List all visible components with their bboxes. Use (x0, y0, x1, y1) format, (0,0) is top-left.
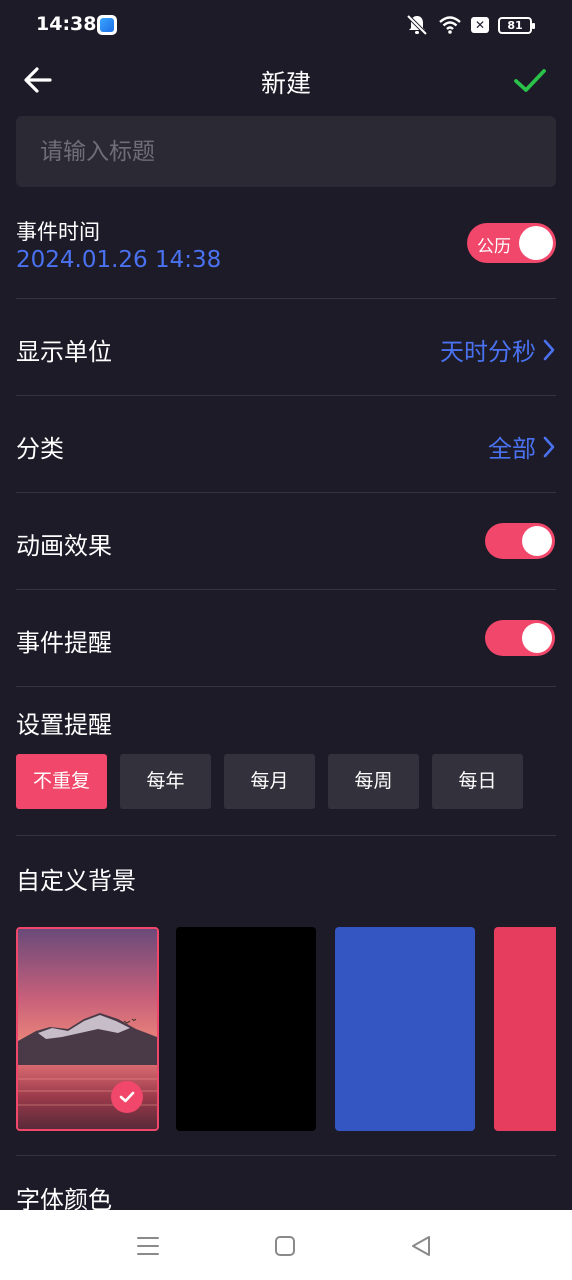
background-option-photo[interactable] (16, 927, 159, 1131)
category-value: 全部 (488, 429, 556, 464)
back-triangle-icon[interactable] (403, 1228, 439, 1264)
display-unit-row[interactable]: 显示单位 天时分秒 (16, 299, 556, 396)
reminder-label: 事件提醒 (16, 629, 112, 657)
animation-row: 动画效果 (16, 493, 556, 590)
home-icon[interactable] (267, 1228, 303, 1264)
calendar-toggle-label: 公历 (477, 237, 511, 257)
category-text: 全部 (488, 435, 536, 463)
chevron-right-icon (543, 339, 555, 360)
repeat-option-daily[interactable]: 每日 (432, 754, 523, 809)
reminder-toggle[interactable] (485, 620, 555, 656)
category-label: 分类 (16, 435, 64, 463)
status-time: 14:38 (36, 13, 97, 35)
wifi-icon (439, 16, 461, 34)
background-option-blue[interactable] (335, 927, 475, 1131)
top-app-bar: 新建 (0, 52, 572, 106)
repeat-section-title: 设置提醒 (16, 711, 112, 739)
repeat-option-weekly[interactable]: 每周 (328, 754, 419, 809)
repeat-option-monthly[interactable]: 每月 (224, 754, 315, 809)
divider (16, 835, 556, 836)
background-option-black[interactable] (176, 927, 316, 1131)
menu-icon[interactable] (130, 1228, 166, 1264)
event-time-label: 事件时间 (16, 220, 100, 244)
status-bar: 14:38 ✕ 81 (0, 0, 572, 52)
selected-check-icon (111, 1081, 143, 1113)
animation-toggle[interactable] (485, 523, 555, 559)
background-option-red[interactable] (494, 927, 556, 1131)
battery-icon: 81 (498, 16, 535, 34)
chevron-right-icon (543, 436, 555, 457)
calendar-type-toggle[interactable]: 公历 (467, 223, 556, 263)
reminder-row: 事件提醒 (16, 590, 556, 687)
animation-label: 动画效果 (16, 532, 112, 560)
app-badge-icon (97, 15, 117, 35)
no-sim-icon: ✕ (471, 17, 489, 33)
event-time-value[interactable]: 2024.01.26 14:38 (16, 247, 221, 273)
system-nav-bar (0, 1210, 572, 1280)
toggle-knob (522, 526, 552, 556)
mute-icon (406, 14, 428, 36)
category-row[interactable]: 分类 全部 (16, 396, 556, 493)
repeat-option-yearly[interactable]: 每年 (120, 754, 211, 809)
divider (16, 1155, 556, 1156)
toggle-knob (522, 623, 552, 653)
toggle-knob (519, 226, 553, 260)
background-section-title: 自定义背景 (16, 867, 136, 895)
check-icon[interactable] (512, 60, 548, 100)
status-icons: ✕ 81 (405, 14, 535, 36)
repeat-option-none[interactable]: 不重复 (16, 754, 107, 809)
display-unit-text: 天时分秒 (440, 338, 536, 366)
display-unit-label: 显示单位 (16, 338, 112, 366)
title-input[interactable] (16, 116, 556, 187)
page-title: 新建 (260, 69, 311, 98)
display-unit-value: 天时分秒 (440, 332, 556, 367)
